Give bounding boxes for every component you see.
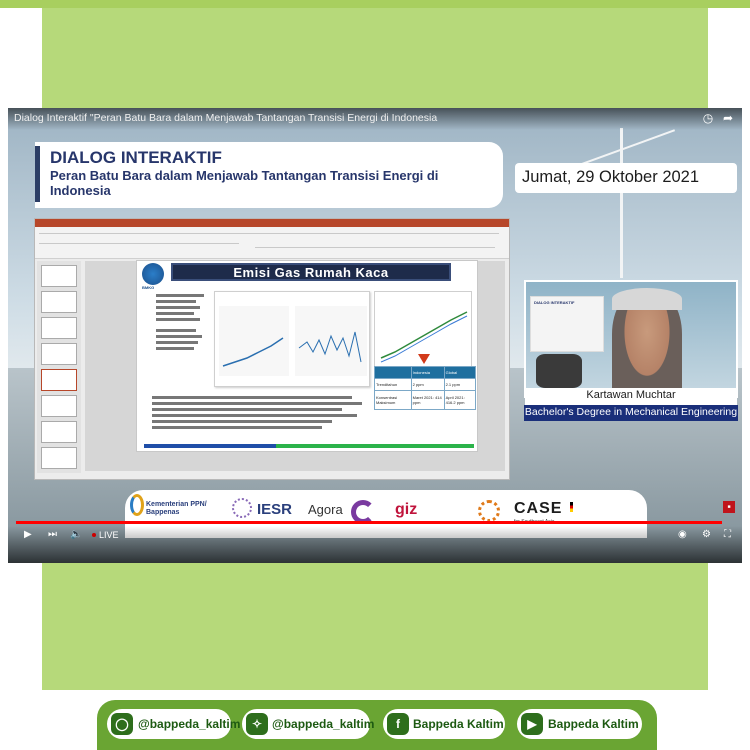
bullet-text-line [156, 318, 200, 321]
bullet-text-line [156, 335, 202, 338]
slide-thumbnail[interactable] [41, 343, 77, 365]
sun-logo-icon [478, 500, 500, 522]
ppt-ribbon [35, 227, 509, 259]
table-header-cell: Indonesia [410, 366, 445, 379]
table-cell: 2 ppm [410, 377, 445, 391]
presenter-name: Kartawan Muchtar [586, 389, 676, 401]
note-text-line [152, 420, 332, 423]
fullscreen-icon[interactable]: ⛶ [724, 529, 731, 541]
event-date: Jumat, 29 Oktober 2021 [522, 168, 700, 186]
german-flag-icon [570, 502, 573, 512]
title-accent [35, 146, 40, 202]
emissions-chart-graphic [219, 306, 367, 376]
slide-thumbnails [37, 261, 81, 473]
presenter-video: DIALOG INTERAKTIF [524, 280, 738, 398]
event-label: DIALOG INTERAKTIF [50, 148, 222, 167]
emissions-chart [214, 291, 370, 387]
chart-panel-right [295, 306, 367, 376]
coal-object [536, 354, 582, 388]
bullet-text-line [156, 294, 204, 297]
slide-thumbnail-active[interactable] [41, 369, 77, 391]
table-row: Trenditahun 2 ppm 2.1 ppm [374, 377, 477, 391]
agora-logo-text: Agora [308, 502, 343, 517]
slide-thumbnail[interactable] [41, 317, 77, 339]
presenter-hair [612, 288, 682, 310]
social-instagram-label[interactable]: @bappeda_kaltim [138, 717, 240, 731]
channel-watermark-icon[interactable]: ■ [723, 501, 735, 513]
youtube-icon: ▶ [521, 713, 543, 735]
settings-icon[interactable]: ⚙ [702, 529, 711, 541]
ppt-titlebar [35, 219, 509, 227]
note-text-line [152, 396, 352, 399]
ribbon-tools [39, 243, 239, 244]
progress-bar[interactable] [16, 521, 722, 524]
slide-thumbnail[interactable] [41, 447, 77, 469]
note-text-line [152, 426, 322, 429]
bmkg-logo-icon [142, 263, 164, 285]
next-icon[interactable]: ⏭ [48, 529, 57, 541]
arrow-down-icon [418, 354, 430, 364]
note-text-line [152, 414, 357, 417]
presenter-title: Bachelor's Degree in Mechanical Engineer… [524, 406, 738, 418]
slide-notes [144, 394, 370, 442]
iesr-logo-text: IESR [257, 501, 293, 518]
slide-footer-stripe [144, 444, 474, 448]
bappenas-logo-text: Kementerian PPN/ Bappenas [146, 501, 207, 516]
live-label[interactable]: LIVE [99, 529, 119, 541]
bappenas-logo-icon [130, 494, 144, 516]
video-player[interactable]: Dialog Interaktif "Peran Batu Bara dalam… [8, 108, 742, 563]
note-text-line [152, 408, 342, 411]
share-icon[interactable]: ➦ [721, 111, 735, 125]
iesr-logo-icon [232, 498, 252, 518]
table-row: Konsentrasi Maksimum Maret 2021: 414 ppm… [374, 389, 477, 411]
instagram-icon: ◯ [111, 713, 133, 735]
ribbon-tabs [39, 233, 499, 234]
event-subtitle: Peran Batu Bara dalam Menjawab Tantangan… [50, 168, 439, 198]
table-cell: Maret 2021: 414 ppm [410, 389, 445, 411]
table-cell: April 2021: 416.2 ppm [443, 389, 477, 411]
video-title[interactable]: Dialog Interaktif "Peran Batu Bara dalam… [14, 112, 437, 124]
bullet-text-line [156, 329, 196, 332]
top-green-strip [0, 0, 750, 8]
progress-fill [16, 521, 722, 524]
slide-thumbnail[interactable] [41, 421, 77, 443]
volume-icon[interactable]: 🔈 [70, 529, 82, 541]
bullet-text-line [156, 341, 198, 344]
slide-thumbnail[interactable] [41, 291, 77, 313]
clock-icon[interactable]: ◷ [701, 111, 715, 125]
twitter-icon: ✧ [246, 713, 268, 735]
live-indicator-dot [92, 533, 96, 537]
giz-logo-text: giz [395, 501, 418, 518]
table-header-cell: Global [443, 366, 477, 379]
table-header-cell [374, 366, 412, 379]
social-facebook-label[interactable]: Bappeda Kaltim [413, 717, 504, 731]
bullet-text-line [156, 312, 194, 315]
presenter-slide-title: DIALOG INTERAKTIF [534, 300, 575, 305]
facebook-icon: f [387, 713, 409, 735]
slide-heading: Emisi Gas Rumah Kaca [233, 265, 389, 280]
slide-thumbnail[interactable] [41, 395, 77, 417]
bullet-text-line [156, 300, 196, 303]
social-twitter-label[interactable]: @bappeda_kaltim [272, 717, 374, 731]
table-header-row: Indonesia Global [374, 366, 477, 379]
ribbon-tools-2 [255, 247, 495, 248]
slide-thumbnail[interactable] [41, 265, 77, 287]
co2-trend-line [380, 311, 468, 359]
table-cell: Konsentrasi Maksimum [374, 389, 412, 411]
bullet-text-line [156, 306, 200, 309]
bmkg-logo-label: BMKG [142, 285, 155, 290]
note-text-line [152, 402, 362, 405]
slide-bullets [148, 291, 214, 391]
co2-table: Indonesia Global Trenditahun 2 ppm 2.1 p… [374, 366, 477, 411]
bullet-text-line [156, 347, 194, 350]
play-icon[interactable]: ▶ [24, 529, 32, 541]
table-cell: Trenditahun [374, 377, 412, 391]
case-logo-text: CASE [514, 500, 563, 517]
table-cell: 2.1 ppm [443, 377, 477, 391]
captions-toggle-icon[interactable]: ◉ [678, 529, 687, 541]
social-youtube-label[interactable]: Bappeda Kaltim [548, 717, 639, 731]
